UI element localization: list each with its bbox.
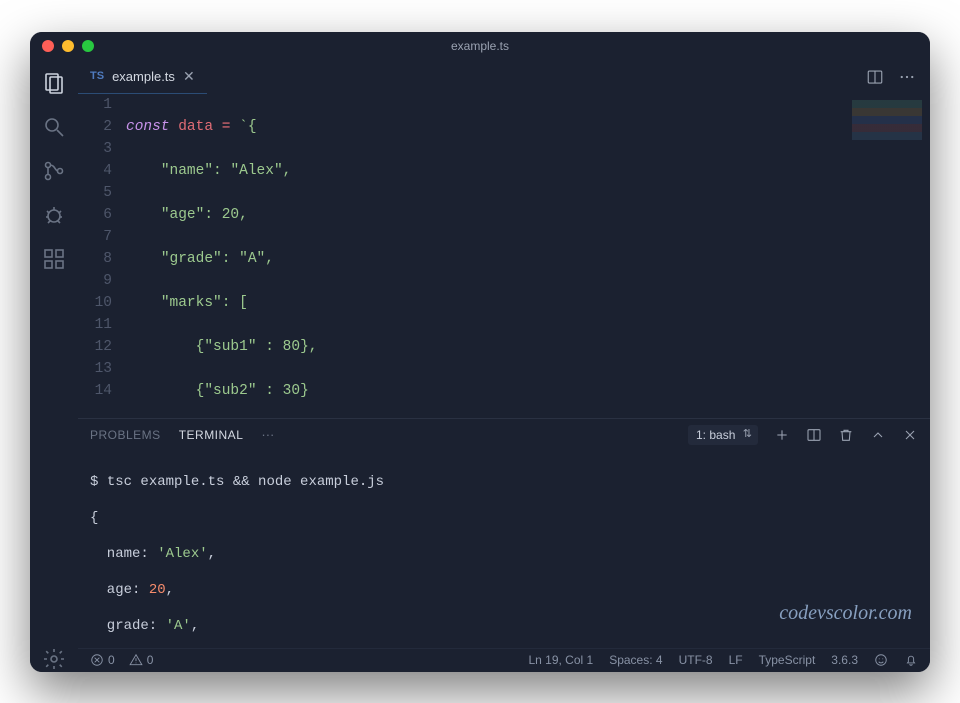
debug-icon[interactable] xyxy=(41,202,67,228)
terminal-output[interactable]: $ tsc example.ts && node example.js { na… xyxy=(78,451,930,648)
status-indent[interactable]: Spaces: 4 xyxy=(609,653,662,667)
tab-problems[interactable]: PROBLEMS xyxy=(90,428,161,442)
warning-icon xyxy=(129,653,143,667)
tab-example-ts[interactable]: TS example.ts ✕ xyxy=(78,60,207,94)
tab-bar: TS example.ts ✕ xyxy=(78,60,930,94)
explorer-icon[interactable] xyxy=(41,70,67,96)
tab-filename: example.ts xyxy=(112,69,175,84)
feedback-smiley-icon[interactable] xyxy=(874,653,888,667)
panel-more-icon[interactable]: ··· xyxy=(261,427,274,442)
bottom-panel: PROBLEMS TERMINAL ··· 1: bash xyxy=(78,418,930,648)
titlebar: example.ts xyxy=(30,32,930,60)
notifications-bell-icon[interactable] xyxy=(904,653,918,667)
split-editor-icon[interactable] xyxy=(866,68,884,86)
split-terminal-icon[interactable] xyxy=(806,427,822,443)
file-lang-badge: TS xyxy=(90,70,104,82)
extensions-icon[interactable] xyxy=(41,246,67,272)
minimap[interactable] xyxy=(852,100,922,150)
code-editor[interactable]: 1234567891011121314 const data = `{ "nam… xyxy=(78,94,930,418)
error-icon xyxy=(90,653,104,667)
status-ts-version[interactable]: 3.6.3 xyxy=(831,653,858,667)
status-eol[interactable]: LF xyxy=(729,653,743,667)
watermark-text: codevscolor.com xyxy=(779,604,912,622)
settings-gear-icon[interactable] xyxy=(41,646,67,672)
status-encoding[interactable]: UTF-8 xyxy=(679,653,713,667)
panel-close-icon[interactable] xyxy=(902,427,918,443)
code-content[interactable]: const data = `{ "name": "Alex", "age": 2… xyxy=(126,94,930,418)
new-terminal-icon[interactable] xyxy=(774,427,790,443)
panel-maximize-icon[interactable] xyxy=(870,427,886,443)
activity-bar xyxy=(30,60,78,672)
status-line-col[interactable]: Ln 19, Col 1 xyxy=(528,653,593,667)
window-title: example.ts xyxy=(30,39,930,53)
source-control-icon[interactable] xyxy=(41,158,67,184)
status-warnings[interactable]: 0 xyxy=(129,653,154,667)
status-errors[interactable]: 0 xyxy=(90,653,115,667)
search-icon[interactable] xyxy=(41,114,67,140)
panel-tab-bar: PROBLEMS TERMINAL ··· 1: bash xyxy=(78,419,930,451)
kill-terminal-icon[interactable] xyxy=(838,427,854,443)
more-actions-icon[interactable] xyxy=(898,68,916,86)
vscode-window: example.ts xyxy=(30,32,930,672)
status-language[interactable]: TypeScript xyxy=(759,653,816,667)
line-number-gutter: 1234567891011121314 xyxy=(78,94,126,418)
tab-terminal[interactable]: TERMINAL xyxy=(179,428,244,442)
editor-group: TS example.ts ✕ 1234567891011121314 xyxy=(78,60,930,672)
terminal-shell-select[interactable]: 1: bash xyxy=(688,425,758,445)
status-bar: 0 0 Ln 19, Col 1 Spaces: 4 UTF-8 LF Type… xyxy=(78,648,930,672)
tab-close-icon[interactable]: ✕ xyxy=(183,68,195,85)
